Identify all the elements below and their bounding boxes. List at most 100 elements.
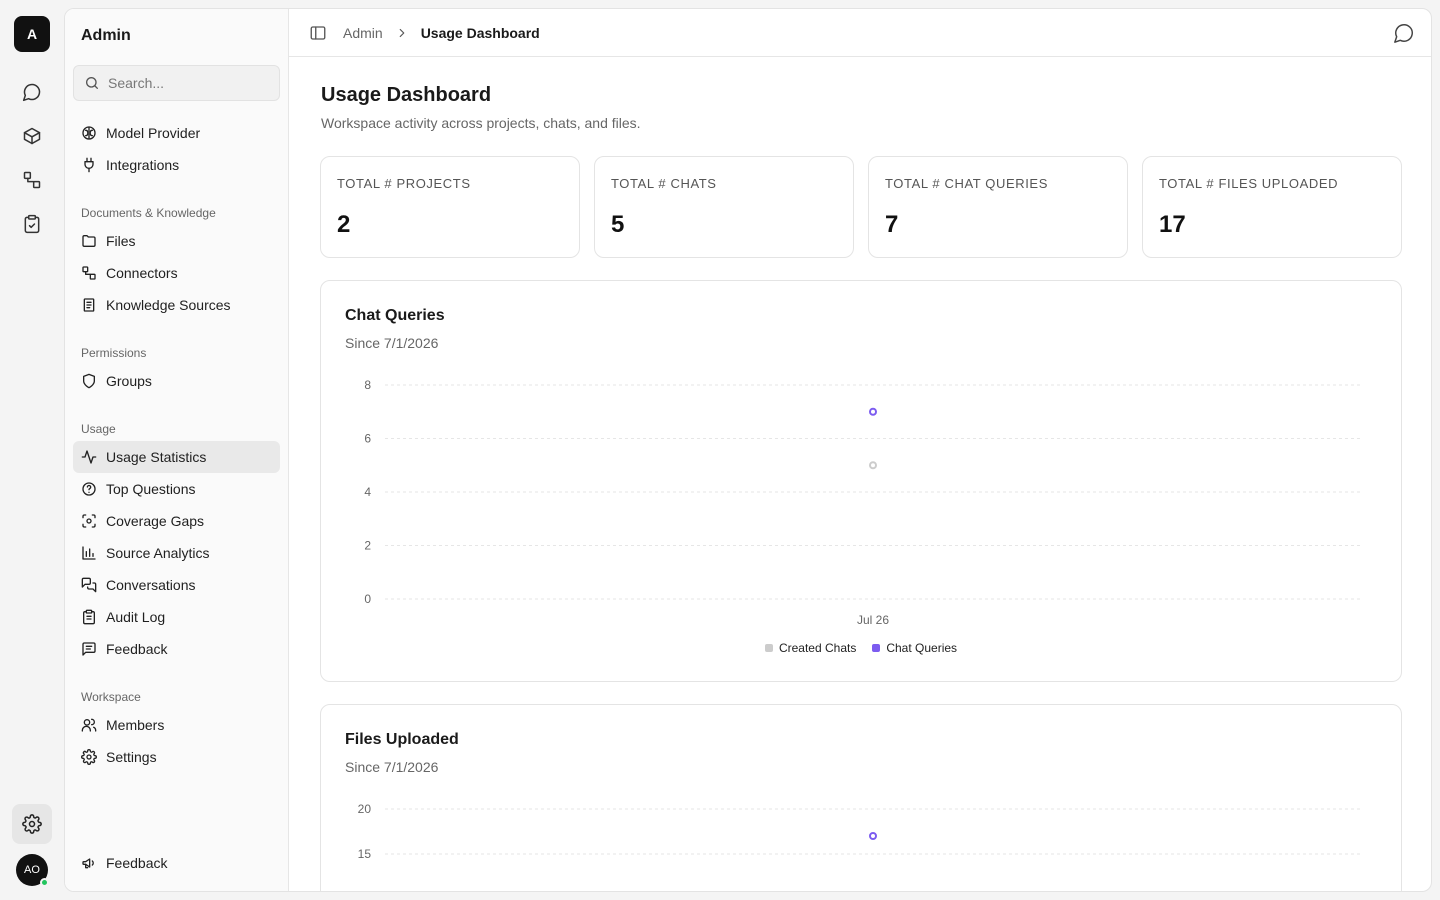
section-label-documents: Documents & Knowledge: [81, 206, 216, 220]
legend-swatch: [764, 644, 773, 652]
open-chat-button[interactable]: [1393, 22, 1415, 49]
page-subtitle: Workspace activity across projects, chat…: [321, 115, 641, 131]
sidebar-item-label: Feedback: [106, 855, 168, 871]
folder-icon: [82, 235, 96, 247]
sidebar-item-source-analytics[interactable]: Source Analytics: [73, 537, 280, 569]
breadcrumb-current: Usage Dashboard: [420, 24, 540, 41]
legend-item-chat-queries[interactable]: Chat Queries: [872, 641, 957, 655]
sidebar-item-coverage-gaps[interactable]: Coverage Gaps: [73, 505, 280, 537]
data-point: [869, 461, 877, 470]
sidebar-item-integrations[interactable]: Integrations: [73, 149, 280, 181]
sidebar-item-settings[interactable]: Settings: [73, 741, 280, 773]
sidebar-item-usage-statistics[interactable]: Usage Statistics: [73, 441, 280, 473]
breadcrumb: Admin Usage Dashboard: [327, 25, 540, 41]
sidebar-item-label: Top Questions: [106, 481, 196, 497]
chart-subtitle: Since 7/1/2026: [345, 759, 439, 775]
sidebar-toggle-icon[interactable]: [309, 24, 327, 42]
chat-bubble-icon: [22, 83, 41, 102]
sidebar-item-label: Usage Statistics: [106, 449, 207, 465]
sidebar-search[interactable]: [73, 65, 280, 101]
icon-rail: A AO: [0, 0, 64, 900]
question-circle-icon: [82, 482, 96, 496]
workspace-logo[interactable]: A: [14, 16, 50, 52]
sidebar-item-feedback[interactable]: Feedback: [73, 633, 280, 665]
sidebar-item-audit-log[interactable]: Audit Log: [73, 601, 280, 633]
bar-chart-icon: [82, 546, 96, 560]
rail-admin-settings-button[interactable]: [12, 804, 52, 844]
sidebar-item-model-provider[interactable]: Model Provider: [73, 117, 280, 149]
legend-swatch: [872, 644, 881, 652]
rail-tasks-button[interactable]: [14, 206, 50, 242]
message-square-text-icon: [82, 642, 96, 656]
stat-card-files-uploaded: TOTAL # FILES UPLOADED 17: [1142, 156, 1402, 258]
sidebar-item-label: Members: [106, 717, 165, 733]
chart-subtitle: Since 7/1/2026: [345, 335, 439, 351]
activity-icon: [81, 450, 97, 464]
sidebar-item-label: Connectors: [106, 265, 178, 281]
y-tick-label: 2: [364, 539, 371, 553]
document-icon: [83, 298, 95, 312]
stat-label: TOTAL # PROJECTS: [337, 176, 471, 191]
stat-value: 17: [1159, 211, 1186, 238]
rail-chat-button[interactable]: [14, 74, 50, 110]
sidebar-item-members[interactable]: Members: [73, 709, 280, 741]
sidebar-item-groups[interactable]: Groups: [73, 365, 280, 397]
rail-projects-button[interactable]: [14, 118, 50, 154]
app-frame: Admin Model Provider Integrations Docume…: [64, 8, 1432, 892]
plug-icon: [84, 157, 94, 173]
page-title: Usage Dashboard: [321, 84, 492, 106]
y-tick-label: 20: [358, 802, 372, 816]
sidebar-item-label: Source Analytics: [106, 545, 210, 561]
stat-value: 5: [611, 211, 625, 238]
gear-icon: [22, 814, 42, 834]
breadcrumb-parent[interactable]: Admin: [343, 25, 383, 41]
stat-card-chats: TOTAL # CHATS 5: [594, 156, 854, 258]
clipboard-list-icon: [83, 609, 95, 625]
y-tick-label: 8: [364, 378, 371, 392]
sidebar-item-label: Files: [106, 233, 136, 249]
sidebar-footer-feedback[interactable]: Feedback: [73, 847, 280, 879]
stat-value: 7: [885, 211, 899, 238]
sidebar-item-top-questions[interactable]: Top Questions: [73, 473, 280, 505]
stat-card-chat-queries: TOTAL # CHAT QUERIES 7: [868, 156, 1128, 258]
y-tick-label: 6: [364, 432, 371, 446]
rail-connectors-button[interactable]: [14, 162, 50, 198]
scan-icon: [82, 514, 96, 528]
admin-sidebar: Admin Model Provider Integrations Docume…: [65, 9, 289, 891]
shield-icon: [83, 373, 95, 389]
main-content: Admin Usage Dashboard Usage Dashboard Wo…: [289, 9, 1431, 891]
clipboard-check-icon: [24, 214, 40, 234]
gear-icon: [81, 749, 97, 765]
sidebar-item-files[interactable]: Files: [73, 225, 280, 257]
sidebar-item-conversations[interactable]: Conversations: [73, 569, 280, 601]
online-status-dot: [40, 878, 49, 887]
legend-label: Created Chats: [778, 641, 857, 655]
search-icon: [86, 77, 98, 89]
cube-icon: [23, 127, 41, 145]
megaphone-icon: [82, 858, 94, 869]
connectors-icon: [23, 171, 41, 189]
user-avatar[interactable]: AO: [16, 854, 49, 887]
section-label-workspace: Workspace: [81, 690, 141, 704]
section-label-usage: Usage: [81, 422, 116, 436]
sidebar-item-label: Audit Log: [106, 609, 166, 625]
sidebar-item-connectors[interactable]: Connectors: [73, 257, 280, 289]
data-point: [869, 407, 877, 416]
files-uploaded-chart-card: 15 20 Files Uploaded Since 7/1/2026: [320, 704, 1402, 891]
section-label-permissions: Permissions: [81, 346, 147, 360]
chart-title: Files Uploaded: [345, 731, 459, 748]
avatar-initials: AO: [24, 864, 40, 876]
search-input[interactable]: [108, 75, 268, 91]
sidebar-item-knowledge-sources[interactable]: Knowledge Sources: [73, 289, 280, 321]
stat-card-projects: TOTAL # PROJECTS 2: [320, 156, 580, 258]
chart-legend: Created Chats Chat Queries: [321, 641, 1401, 655]
sidebar-item-label: Coverage Gaps: [106, 513, 205, 529]
chat-bubble-icon: [1394, 24, 1413, 43]
sidebar-title: Admin: [81, 27, 131, 44]
brain-icon: [82, 126, 96, 140]
y-tick-label: 15: [358, 847, 372, 861]
stat-label: TOTAL # FILES UPLOADED: [1159, 176, 1339, 191]
connectors-icon: [82, 266, 96, 280]
legend-item-created-chats[interactable]: Created Chats: [764, 641, 857, 655]
sidebar-item-label: Model Provider: [106, 125, 201, 141]
